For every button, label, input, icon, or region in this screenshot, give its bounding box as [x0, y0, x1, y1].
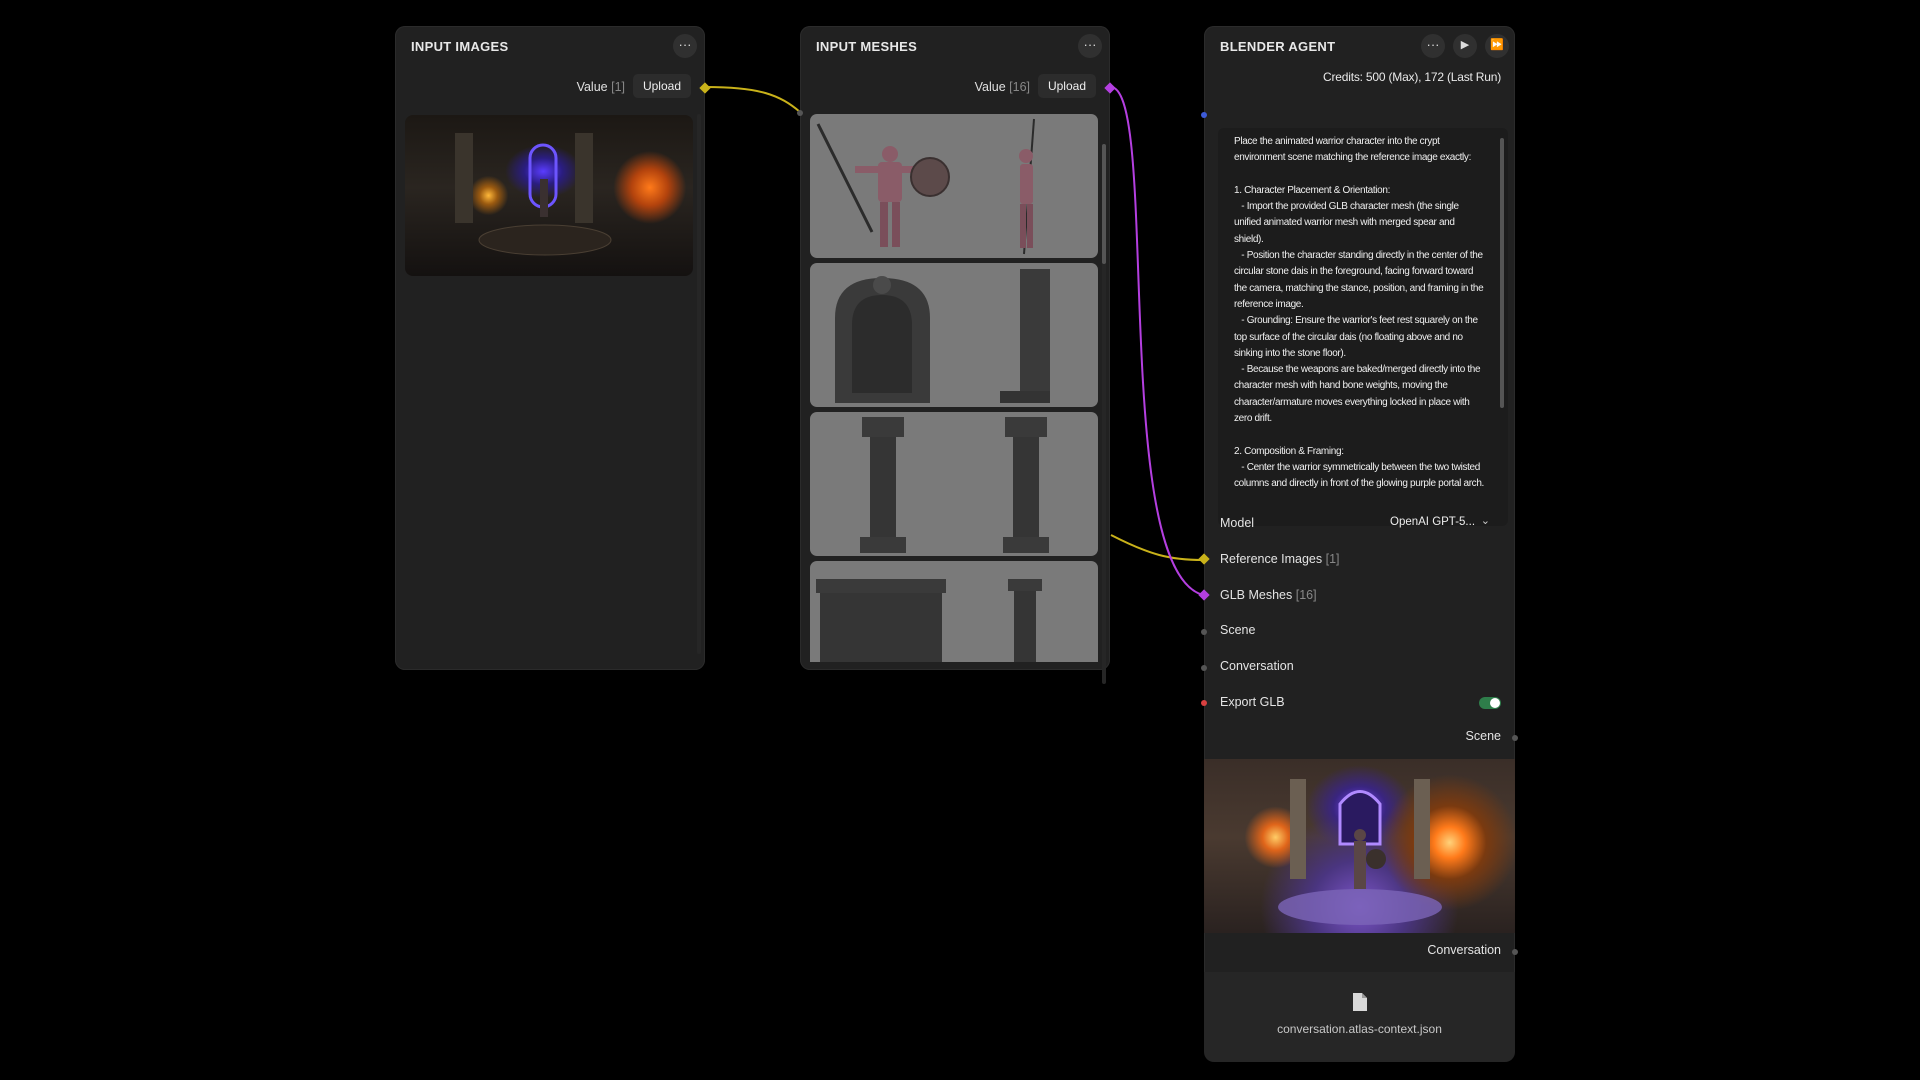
crypt-scene-image [455, 133, 612, 256]
scene-output-label: Scene [1465, 729, 1501, 743]
model-select-value: OpenAI GPT-5... [1390, 516, 1476, 528]
reference-images-label: Reference Images [1] [1220, 552, 1340, 566]
chevron-down-icon: ⌄ [1480, 515, 1490, 527]
mesh-thumbnail-wall[interactable] [810, 561, 1098, 662]
file-icon [1353, 993, 1367, 1011]
run-icon[interactable]: ▶ [1453, 34, 1477, 58]
scrollbar-thumb[interactable] [1102, 144, 1106, 264]
reference-images-count: [1] [1325, 552, 1340, 566]
file-name: conversation.atlas-context.json [1277, 1022, 1442, 1036]
mesh-thumbnail-warrior[interactable] [810, 114, 1098, 258]
node-title: INPUT MESHES [816, 39, 918, 54]
conversation-output-port[interactable] [1512, 949, 1518, 955]
reference-images-text: Reference Images [1220, 552, 1323, 566]
scene-label: Scene [1220, 623, 1256, 637]
value-label: Value [1] [577, 80, 625, 94]
value-label-text: Value [576, 80, 608, 94]
export-glb-toggle[interactable] [1479, 697, 1501, 709]
blender-scene-render [1278, 779, 1442, 925]
node-header[interactable]: INPUT IMAGES ··· [395, 26, 705, 66]
wall-mesh-preview [816, 579, 1042, 662]
input-meshes-node[interactable]: INPUT MESHES ··· Value [16] Upload [797, 26, 1116, 684]
prompt-input-port[interactable] [1201, 112, 1207, 118]
prompt-scrollbar-thumb[interactable] [1500, 138, 1504, 408]
export-glb-port[interactable] [1201, 700, 1207, 706]
scrollbar[interactable] [1102, 144, 1106, 684]
value-count: [1] [611, 80, 625, 94]
mesh-input-port[interactable] [797, 110, 803, 116]
glb-meshes-count: [16] [1295, 588, 1317, 602]
more-menu-icon[interactable]: ··· [1421, 34, 1445, 58]
conversation-file-preview[interactable]: conversation.atlas-context.json [1204, 972, 1515, 1062]
node-header[interactable]: INPUT MESHES ··· [800, 26, 1110, 66]
blender-agent-node[interactable]: BLENDER AGENT ··· ▶ ⏩ Credits: 500 (Max)… [1198, 26, 1518, 1062]
conversation-input-port[interactable] [1201, 665, 1207, 671]
value-row: Value [1] Upload [395, 74, 705, 100]
reference-images-port[interactable] [1198, 553, 1210, 565]
run-all-icon[interactable]: ⏩ [1485, 34, 1509, 58]
glb-meshes-port[interactable] [1198, 589, 1210, 601]
upload-button[interactable]: Upload [1037, 74, 1096, 98]
warrior-mesh-preview [816, 118, 1035, 255]
conversation-label: Conversation [1220, 659, 1294, 673]
export-glb-label: Export GLB [1220, 695, 1285, 709]
mesh-thumbnail-arch[interactable] [810, 263, 1098, 407]
more-menu-icon[interactable]: ··· [1078, 34, 1102, 58]
value-label: Value [16] [975, 80, 1030, 94]
more-menu-icon[interactable]: ··· [673, 34, 697, 58]
mesh-to-glb-wire [1110, 86, 1204, 596]
mesh-thumbnail-columns[interactable] [810, 412, 1098, 556]
value-row: Value [16] Upload [800, 74, 1110, 100]
input-images-node[interactable]: INPUT IMAGES ··· Value [1] Upload [395, 26, 711, 670]
value-count: [16] [1009, 80, 1030, 94]
node-header[interactable]: BLENDER AGENT ··· ▶ ⏩ [1204, 26, 1515, 66]
scene-input-port[interactable] [1201, 629, 1207, 635]
prompt-text: Place the animated warrior character int… [1234, 136, 1484, 490]
node-title: INPUT IMAGES [411, 39, 509, 54]
credits-text: Credits: 500 (Max), 172 (Last Run) [1323, 70, 1501, 84]
conversation-output-label: Conversation [1427, 943, 1501, 957]
prompt-textarea[interactable]: Place the animated warrior character int… [1218, 128, 1508, 526]
column-mesh-preview [860, 417, 1049, 553]
reference-image-thumbnail[interactable] [405, 115, 693, 276]
arch-mesh-preview [835, 269, 1050, 403]
glb-meshes-label: GLB Meshes [16] [1220, 588, 1317, 602]
glb-meshes-text: GLB Meshes [1220, 588, 1293, 602]
node-title: BLENDER AGENT [1220, 39, 1336, 54]
value-label-text: Value [974, 80, 1006, 94]
model-label: Model [1220, 516, 1255, 530]
model-select[interactable]: OpenAI GPT-5... ⌄ [1378, 509, 1498, 535]
scrollbar[interactable] [697, 114, 701, 654]
scene-render-preview[interactable] [1204, 759, 1515, 933]
scene-output-port[interactable] [1512, 735, 1518, 741]
toggle-knob [1490, 698, 1500, 708]
upload-button[interactable]: Upload [632, 74, 691, 98]
image-to-input-wire [705, 86, 801, 113]
mesh-gallery [810, 114, 1100, 662]
image-to-reference-wire [1110, 534, 1204, 561]
